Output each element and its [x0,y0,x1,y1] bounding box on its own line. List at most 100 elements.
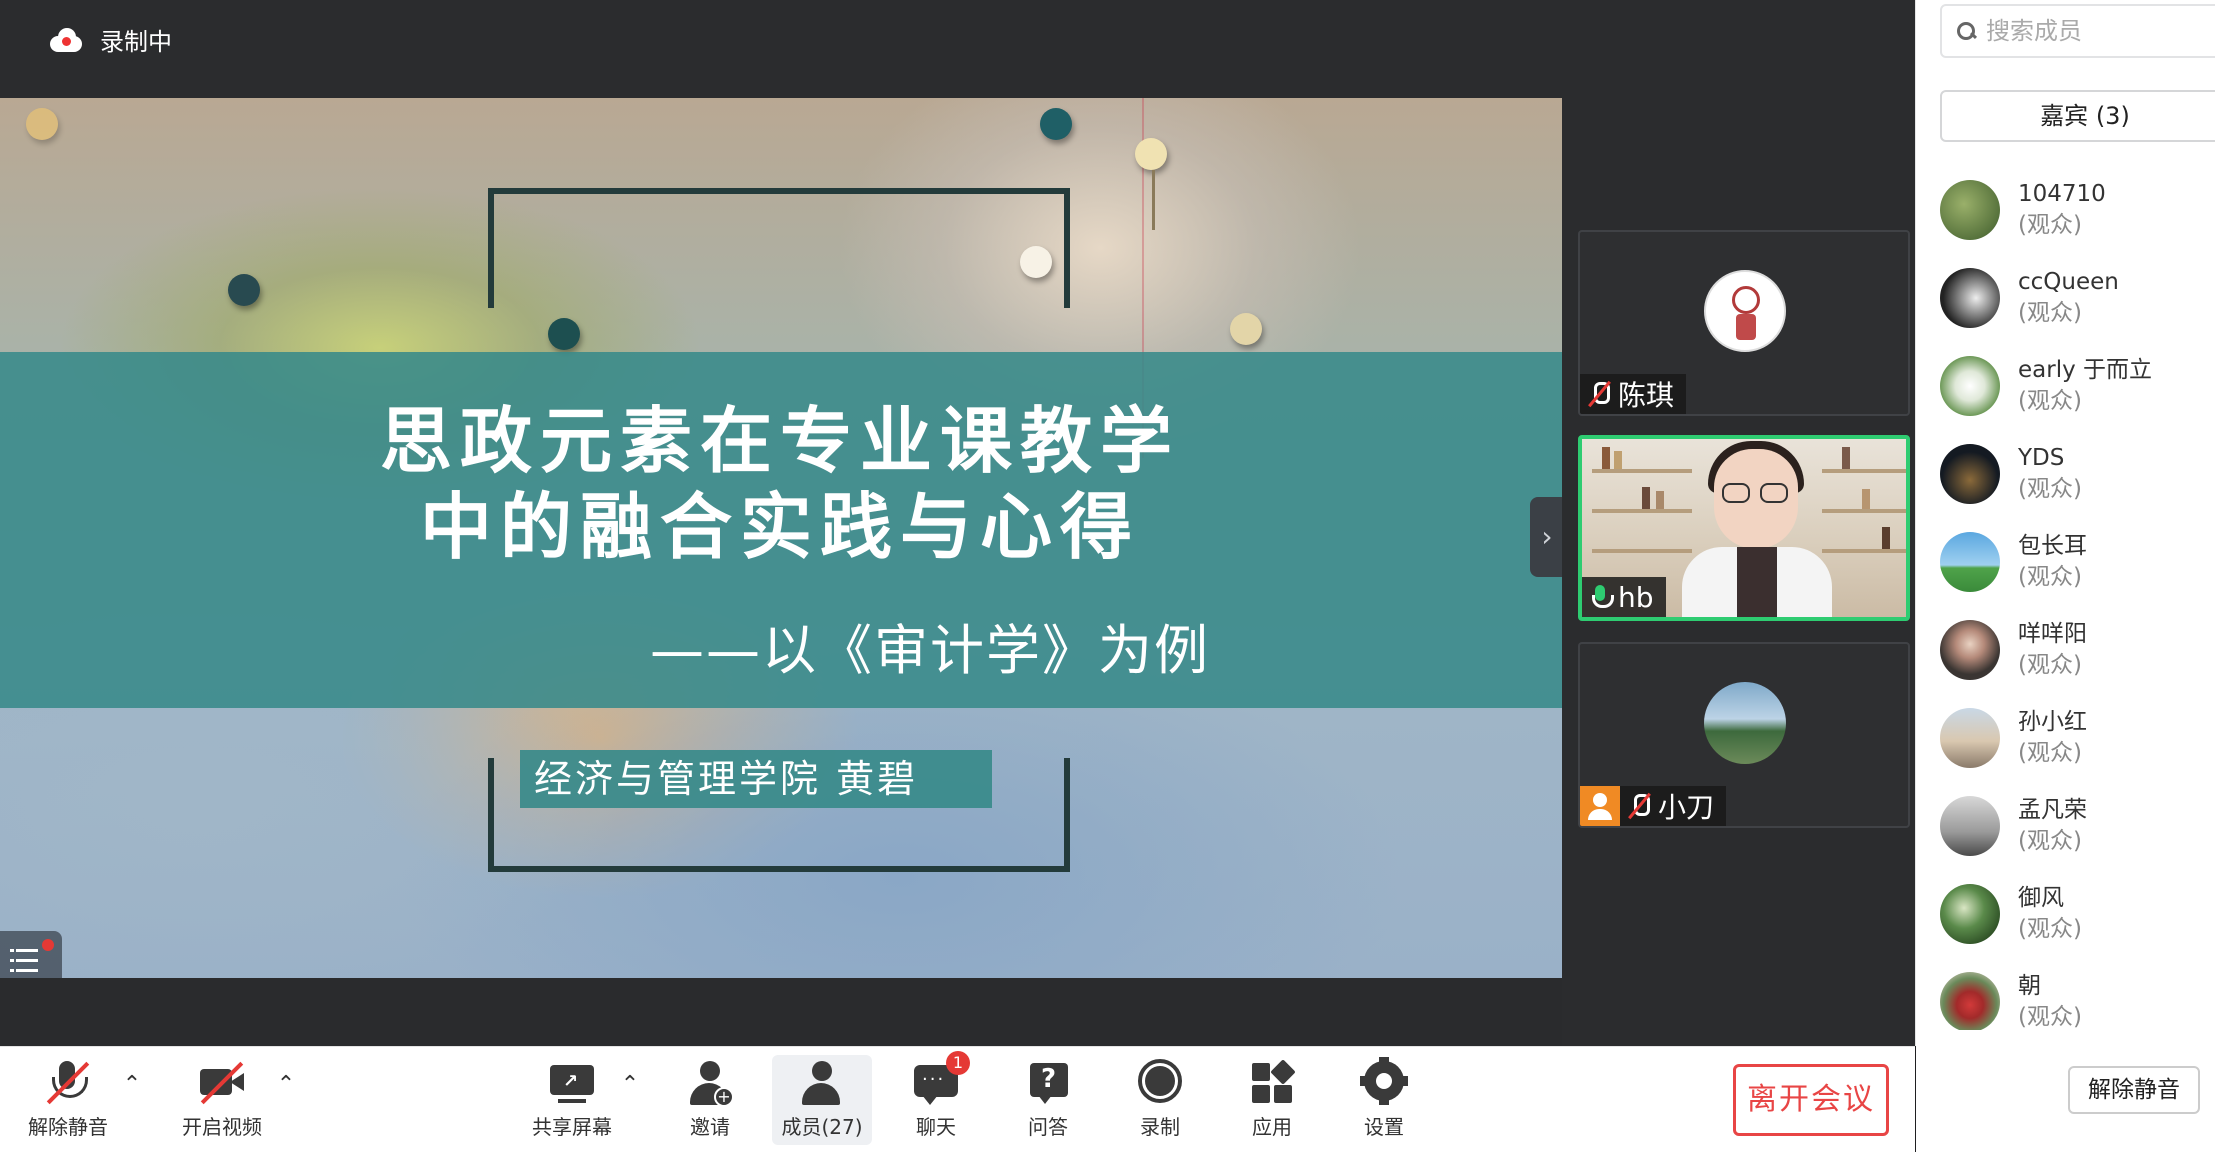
members-panel-footer: 解除静音 [1916,1030,2215,1152]
unmute-all-button[interactable]: 解除静音 [2068,1066,2200,1114]
slide-subtitle: ——以《审计学》为例 [650,619,1210,682]
member-name: 孙小红 [2018,709,2087,735]
meeting-toolbar: 解除静音 ⌃ 开启视频 ⌃ ↗ 共享屏幕 ⌃ + 邀请 成员(27) ··· 1 … [0,1046,1915,1152]
question-icon: ? [1020,1059,1076,1109]
list-item[interactable]: 104710 (观众) [1940,166,2215,254]
participant-name: hb [1618,580,1654,614]
settings-label: 设置 [1364,1115,1404,1139]
record-label: 录制 [1140,1115,1180,1139]
unmute-label: 解除静音 [28,1115,108,1139]
members-button[interactable]: 成员(27) [772,1055,872,1145]
list-item[interactable]: 孙小红 (观众) [1940,694,2215,782]
member-name: YDS [2018,445,2065,471]
member-role: (观众) [2018,652,2082,678]
avatar [1940,796,2000,856]
audio-options-caret[interactable]: ⌃ [122,1074,142,1096]
list-item[interactable]: 孟凡荣 (观众) [1940,782,2215,870]
avatar [1940,268,2000,328]
shared-slide: 思政元素在专业课教学 中的融合实践与心得 ——以《审计学》为例 经济与管理学院 … [0,98,1562,978]
list-item[interactable]: 御风 (观众) [1940,870,2215,958]
members-label: 成员(27) [781,1115,863,1139]
guests-tab[interactable]: 嘉宾 (3) [1940,90,2215,142]
member-name: 御风 [2018,885,2064,911]
cloud-record-icon [48,27,84,52]
top-bar: 录制中 [0,0,1562,98]
participant-name: 陈琪 [1618,379,1675,412]
member-name: 包长耳 [2018,533,2087,559]
record-icon [1132,1059,1188,1109]
camera-off-icon [194,1059,250,1109]
unmute-button[interactable]: 解除静音 [18,1055,118,1145]
start-video-button[interactable]: 开启视频 [172,1055,272,1145]
qa-label: 问答 [1028,1115,1068,1139]
recording-indicator[interactable]: 录制中 [48,22,172,57]
video-tile[interactable]: 小刀 [1578,642,1910,828]
member-search-input[interactable] [1986,17,2186,45]
share-screen-button[interactable]: ↗ 共享屏幕 [522,1055,622,1145]
list-item[interactable]: ccQueen (观众) [1940,254,2215,342]
avatar [1940,444,2000,504]
leave-meeting-button[interactable]: 离开会议 [1733,1064,1889,1136]
invite-button[interactable]: + 邀请 [660,1055,760,1145]
participant-name: 小刀 [1658,791,1715,824]
chat-button[interactable]: ··· 1 聊天 [886,1051,986,1145]
invite-person-icon: + [682,1059,738,1109]
notification-dot [42,939,54,951]
avatar [1704,270,1786,352]
video-options-caret[interactable]: ⌃ [276,1074,296,1096]
list-item[interactable]: 包长耳 (观众) [1940,518,2215,606]
pin-stem [1152,170,1155,230]
pin-decoration [1040,108,1072,140]
slide-title-line2: 中的融合实践与心得 [419,485,1140,569]
host-person-icon [1580,786,1620,826]
slide-list-button[interactable] [0,931,62,978]
slide-author: 经济与管理学院 黄碧 [520,750,992,808]
list-icon [10,949,14,952]
share-options-caret[interactable]: ⌃ [620,1074,640,1096]
gear-icon [1356,1057,1412,1109]
qa-button[interactable]: ? 问答 [998,1055,1098,1145]
chevron-right-icon: › [1541,520,1553,553]
avatar [1940,884,2000,944]
mic-on-icon [1590,583,1614,611]
recording-label: 录制中 [100,28,172,56]
list-item[interactable]: 咩咩阳 (观众) [1940,606,2215,694]
list-item[interactable]: YDS (观众) [1940,430,2215,518]
slide-title-line1: 思政元素在专业课教学 [379,399,1180,483]
video-tile-active-speaker[interactable]: hb [1578,435,1910,621]
avatar [1940,532,2000,592]
pin-decoration [1135,138,1167,170]
record-button[interactable]: 录制 [1110,1055,1210,1145]
collapse-tiles-button[interactable]: › [1530,497,1564,577]
chat-unread-badge: 1 [946,1051,970,1075]
start-video-label: 开启视频 [182,1115,262,1139]
members-panel: 嘉宾 (3) 104710 (观众) ccQueen (观众) early 于而立 (… [1915,0,2215,1152]
pin-decoration [26,108,58,140]
apps-label: 应用 [1252,1115,1292,1139]
share-screen-label: 共享屏幕 [532,1115,612,1139]
stage-area: 录制中 思政元素在专业课教学 中的融合实践与心得 ——以《审计学》为例 经济与管… [0,0,1915,1046]
settings-button[interactable]: 设置 [1334,1055,1434,1145]
pin-decoration [1230,313,1262,345]
member-search-box[interactable] [1940,4,2215,58]
share-screen-icon: ↗ [544,1059,600,1109]
invite-label: 邀请 [690,1115,730,1139]
member-role: (观众) [2018,300,2082,326]
member-name: 朝 [2018,973,2041,999]
apps-button[interactable]: 应用 [1222,1055,1322,1145]
participant-name-tag: 陈琪 [1580,374,1687,414]
pin-decoration [228,274,260,306]
member-role: (观众) [2018,564,2082,590]
avatar [1940,620,2000,680]
member-role: (观众) [2018,740,2082,766]
apps-icon [1244,1059,1300,1109]
video-tile[interactable]: 陈琪 [1578,230,1910,416]
avatar [1940,972,2000,1032]
video-tiles-column: 陈琪 hb 小刀 [1562,0,1915,1046]
list-item[interactable]: early 于而立 (观众) [1940,342,2215,430]
chat-icon: ··· 1 [908,1051,970,1109]
participant-name-tag: hb [1582,577,1666,617]
member-role: (观众) [2018,1004,2082,1030]
pin-decoration [548,318,580,350]
member-role: (观众) [2018,212,2082,238]
